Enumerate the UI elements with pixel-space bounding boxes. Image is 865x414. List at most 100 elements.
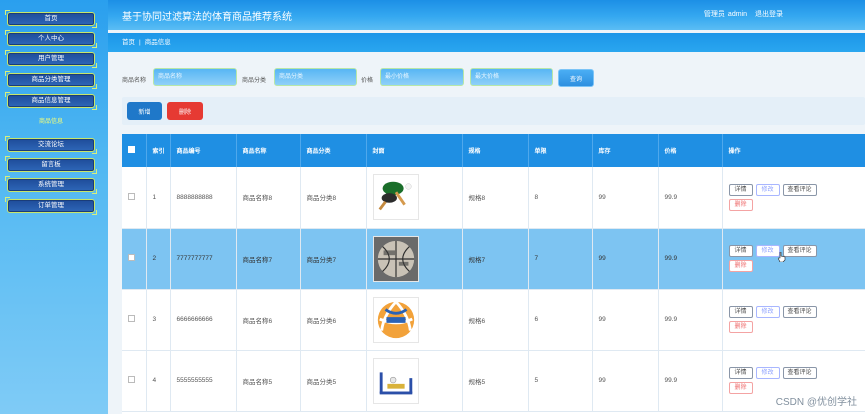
cell-spec: 规格5 bbox=[462, 350, 529, 412]
edit-button[interactable]: 修改 bbox=[755, 245, 780, 257]
cell-cover bbox=[366, 167, 463, 229]
cell-price: 99.9 bbox=[658, 167, 723, 229]
row-select-cell bbox=[122, 350, 147, 412]
cell-cover bbox=[366, 289, 463, 351]
action-bar: 新增 删除 bbox=[122, 97, 865, 125]
select-all-cell bbox=[122, 134, 147, 167]
price-max-input[interactable] bbox=[470, 68, 553, 86]
row-checkbox[interactable] bbox=[128, 192, 135, 200]
view-reviews-button[interactable]: 查看评论 bbox=[782, 245, 817, 257]
cell-index: 2 bbox=[146, 228, 171, 290]
delete-button[interactable]: 删除 bbox=[728, 198, 753, 211]
cell-cover bbox=[366, 228, 463, 290]
cell-limit: 8 bbox=[528, 167, 593, 229]
cell-name: 商品名称7 bbox=[236, 228, 301, 290]
cell-spec: 规格7 bbox=[462, 228, 529, 290]
row-select-cell bbox=[122, 289, 147, 351]
price-label: 价格 bbox=[361, 78, 374, 84]
sidebar-item-messages[interactable]: 留言板 bbox=[5, 156, 97, 174]
sidebar-item-label: 交流论坛 bbox=[38, 141, 64, 148]
row-select-cell bbox=[122, 228, 147, 290]
cell-stock: 99 bbox=[592, 228, 659, 290]
sidebar-item-label: 商品分类管理 bbox=[31, 76, 71, 83]
cell-name: 商品名称5 bbox=[236, 350, 301, 412]
view-reviews-button[interactable]: 查看评论 bbox=[782, 306, 817, 318]
category-input[interactable] bbox=[274, 68, 357, 86]
detail-button[interactable]: 详情 bbox=[728, 245, 753, 257]
cell-category: 商品分类8 bbox=[300, 167, 367, 229]
row-select-cell bbox=[122, 167, 147, 229]
view-reviews-button[interactable]: 查看评论 bbox=[782, 183, 817, 196]
table-header-row: 索引 商品编号 商品名称 商品分类 封面 规格 单限 库存 价格 操作 bbox=[122, 134, 865, 167]
cell-name: 商品名称6 bbox=[236, 289, 301, 351]
add-button[interactable]: 新增 bbox=[127, 102, 162, 120]
row-checkbox[interactable] bbox=[128, 315, 135, 322]
row-checkbox[interactable] bbox=[128, 376, 135, 383]
col-actions: 操作 bbox=[722, 134, 865, 167]
sidebar-item-system[interactable]: 系统管理 bbox=[5, 176, 97, 194]
sidebar-item-label: 用户管理 bbox=[38, 55, 64, 62]
sidebar-item-label: 留言板 bbox=[41, 161, 61, 168]
cell-code: 8888888888 bbox=[170, 167, 237, 229]
logout-link[interactable]: 退出登录 bbox=[755, 11, 783, 18]
sidebar-item-forum[interactable]: 交流论坛 bbox=[5, 136, 97, 154]
breadcrumb-current: 商品信息 bbox=[144, 39, 171, 46]
col-category: 商品分类 bbox=[300, 134, 367, 167]
category-label: 商品分类 bbox=[242, 78, 267, 84]
detail-button[interactable]: 详情 bbox=[728, 306, 753, 318]
price-min-input[interactable] bbox=[380, 68, 464, 86]
sidebar-item-home[interactable]: 首页 bbox=[5, 10, 97, 28]
product-name-input[interactable] bbox=[153, 68, 237, 86]
table-row: 2 7777777777 商品名称7 商品分类7 规格7 7 99 99.9 详… bbox=[122, 228, 865, 290]
delete-button[interactable]: 删除 bbox=[728, 321, 753, 333]
sidebar-subitem-product-info[interactable]: 商品信息 bbox=[7, 116, 95, 125]
sidebar-item-categories[interactable]: 商品分类管理 bbox=[5, 71, 97, 89]
sidebar-item-label: 订单管理 bbox=[38, 202, 64, 209]
product-table: 索引 商品编号 商品名称 商品分类 封面 规格 单限 库存 价格 操作 1 88… bbox=[122, 134, 865, 414]
cell-limit: 7 bbox=[528, 228, 593, 290]
product-name-label: 商品名称 bbox=[122, 78, 147, 84]
table-row: 4 5555555555 商品名称5 商品分类5 规格5 5 99 99.9 详… bbox=[122, 350, 865, 412]
cell-index: 3 bbox=[146, 289, 171, 351]
sidebar: 首页 个人中心 用户管理 商品分类管理 商品信息管理 商品信息 交流论坛 留言板… bbox=[0, 0, 108, 414]
edit-button[interactable]: 修改 bbox=[755, 306, 780, 318]
cell-actions: 详情 修改 查看评论 删除 bbox=[722, 228, 865, 290]
breadcrumb-home[interactable]: 首页 bbox=[122, 39, 135, 46]
table-row: 1 8888888888 商品名称8 商品分类8 规格8 8 99 99.9 详… bbox=[122, 167, 865, 229]
cell-code: 5555555555 bbox=[170, 350, 237, 412]
row-checkbox[interactable] bbox=[128, 254, 135, 261]
breadcrumb: 首页 | 商品信息 bbox=[108, 33, 865, 52]
view-reviews-button[interactable]: 查看评论 bbox=[782, 367, 817, 379]
cell-stock: 99 bbox=[592, 350, 659, 412]
delete-selected-button[interactable]: 删除 bbox=[167, 102, 203, 120]
cell-index: 4 bbox=[146, 350, 171, 412]
app-title: 基于协同过滤算法的体育商品推荐系统 bbox=[122, 12, 292, 23]
col-limit: 单限 bbox=[528, 134, 593, 167]
query-button[interactable]: 查询 bbox=[558, 69, 594, 87]
hand-pointer-icon bbox=[778, 252, 786, 262]
delete-button[interactable]: 删除 bbox=[728, 260, 753, 272]
cell-stock: 99 bbox=[592, 289, 659, 351]
delete-button[interactable]: 删除 bbox=[728, 382, 753, 394]
select-all-checkbox[interactable] bbox=[128, 146, 135, 153]
col-price: 价格 bbox=[658, 134, 723, 167]
cell-limit: 5 bbox=[528, 350, 593, 412]
sidebar-item-products[interactable]: 商品信息管理 bbox=[5, 92, 97, 110]
sidebar-item-profile[interactable]: 个人中心 bbox=[5, 30, 97, 48]
table-row: 3 6666666666 商品名称6 商品分类6 规格6 6 99 99.9 详… bbox=[122, 289, 865, 351]
cell-spec: 规格8 bbox=[462, 167, 529, 229]
sidebar-item-users[interactable]: 用户管理 bbox=[5, 50, 97, 68]
sidebar-item-label: 系统管理 bbox=[38, 181, 64, 188]
cell-code: 7777777777 bbox=[170, 228, 237, 290]
fitness-equipment-image bbox=[372, 357, 419, 404]
detail-button[interactable]: 详情 bbox=[728, 367, 753, 379]
edit-button[interactable]: 修改 bbox=[755, 183, 780, 196]
table-tennis-paddle-image bbox=[372, 174, 419, 221]
sidebar-item-orders[interactable]: 订单管理 bbox=[5, 197, 97, 215]
sidebar-item-label: 首页 bbox=[44, 15, 58, 22]
cell-price: 99.9 bbox=[658, 228, 723, 290]
cell-price: 99.9 bbox=[658, 350, 723, 412]
cell-price: 99.9 bbox=[658, 289, 723, 351]
edit-button[interactable]: 修改 bbox=[755, 367, 780, 379]
detail-button[interactable]: 详情 bbox=[728, 183, 753, 196]
